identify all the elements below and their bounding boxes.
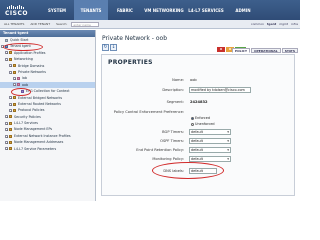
description-label: Description: — [162, 88, 184, 92]
radio-enforced[interactable]: Enforced — [191, 116, 210, 120]
tab-operational[interactable]: OPERATIONAL — [251, 48, 281, 53]
cisco-logo-icon — [7, 4, 25, 9]
monitoring-policy-label: Monitoring Policy: — [152, 157, 184, 161]
download-icon[interactable]: ↓ — [110, 44, 117, 51]
tree-title: Tenant tgent — [0, 30, 95, 37]
bgp-timers-label: BGP Timers: — [162, 130, 184, 134]
radio-unenforced[interactable]: Unenforced — [191, 122, 215, 126]
expand-icon[interactable]: + — [13, 77, 17, 81]
network-icon — [17, 77, 20, 81]
tab-add-tenant[interactable]: ADD TENANT — [28, 22, 52, 26]
folder-icon — [13, 64, 16, 68]
folder-icon — [13, 102, 16, 106]
expand-icon[interactable]: + — [5, 51, 9, 55]
properties-panel: PROPERTIES Name: oob Description: modifi… — [101, 54, 295, 196]
expand-icon[interactable]: + — [5, 121, 9, 125]
nav-system[interactable]: SYSTEM — [40, 0, 74, 20]
folder-icon — [9, 140, 12, 144]
nav-l4-l7-services[interactable]: L4-L7 SERVICES — [186, 0, 226, 20]
link-tgent[interactable]: tgent — [267, 22, 276, 26]
nav-tenants[interactable]: TENANTS — [74, 0, 108, 20]
folder-icon — [13, 70, 16, 74]
main-nav: SYSTEM TENANTS FABRIC VM NETWORKING L4-L… — [40, 0, 260, 20]
tab-policy[interactable]: POLICY — [231, 48, 251, 53]
refresh-icon[interactable]: ↻ — [102, 44, 109, 51]
bgp-timers-select[interactable]: default — [189, 129, 231, 135]
folder-icon — [9, 128, 12, 132]
expand-icon[interactable]: + — [5, 128, 9, 132]
link-common[interactable]: common — [251, 22, 264, 26]
monitoring-policy-select[interactable]: default — [189, 156, 231, 162]
expand-icon[interactable]: + — [9, 64, 13, 68]
highlight-ellipse — [11, 88, 31, 96]
name-value: oob — [190, 78, 197, 82]
status-critical: 0 — [217, 47, 225, 52]
expand-icon[interactable]: + — [9, 96, 13, 100]
highlight-ellipse — [3, 43, 43, 51]
name-label: Name: — [172, 78, 184, 82]
description-field[interactable]: modified by tdolsen@cisco.com — [189, 87, 251, 93]
expand-icon[interactable]: + — [5, 140, 9, 144]
page-title: Private Network - oob — [102, 35, 168, 42]
enforcement-label: Policy Control Enforcement Preference: — [113, 110, 184, 114]
link-infra[interactable]: infra — [291, 22, 298, 26]
navigation-tree: Tenant tgent Quick Start − Tenant tgent … — [0, 30, 96, 201]
link-mgmt[interactable]: mgmt — [279, 22, 288, 26]
expand-icon[interactable]: + — [9, 108, 13, 112]
search-label: Search: — [56, 22, 68, 26]
segment-label: Segment: — [166, 100, 184, 104]
radio-selected-icon — [191, 116, 194, 120]
tab-stats[interactable]: STATS — [281, 48, 298, 53]
tab-all-tenants[interactable]: ALL TENANTS — [2, 22, 26, 26]
view-tabs: POLICY OPERATIONAL STATS — [231, 48, 298, 53]
segment-value: 2424832 — [190, 100, 208, 104]
folder-icon — [13, 108, 16, 112]
expand-icon[interactable]: + — [5, 134, 9, 138]
nav-admin[interactable]: ADMIN — [226, 0, 260, 20]
properties-title: PROPERTIES — [108, 59, 153, 66]
ospf-timers-select[interactable]: default — [189, 138, 231, 144]
ospf-timers-label: OSPF Timers: — [160, 139, 184, 143]
highlight-ellipse — [152, 162, 224, 179]
folder-icon — [9, 121, 12, 125]
endpoint-retention-select[interactable]: default — [189, 147, 231, 153]
nav-vm-networking[interactable]: VM NETWORKING — [142, 0, 186, 20]
cisco-logo-text: CISCO — [5, 10, 28, 17]
expand-icon[interactable]: + — [5, 115, 9, 119]
nav-fabric[interactable]: FABRIC — [108, 0, 142, 20]
collapse-icon[interactable]: − — [9, 70, 13, 74]
folder-icon — [9, 57, 12, 61]
search-input[interactable]: enter name — [71, 21, 100, 27]
folder-icon — [13, 96, 16, 100]
collapse-icon[interactable]: − — [13, 83, 17, 87]
folder-icon — [9, 134, 12, 138]
folder-icon — [9, 147, 12, 151]
expand-icon[interactable]: + — [5, 147, 9, 151]
sub-navigation: ALL TENANTS ADD TENANT Search: enter nam… — [0, 20, 300, 29]
expand-icon[interactable]: + — [9, 102, 13, 106]
folder-icon — [9, 115, 12, 119]
endpoint-retention-label: End Point Retention Policy: — [136, 148, 184, 152]
main-panel: Private Network - oob ↻ ↓ 0 0 100 POLICY… — [97, 30, 300, 201]
tenant-quick-links: common tgent mgmt infra — [251, 22, 298, 26]
collapse-icon[interactable]: − — [5, 57, 9, 61]
tree-item-l4-l7-service-parameters[interactable]: + L4-L7 Service Parameters — [0, 146, 95, 152]
radio-unselected-icon — [191, 122, 194, 126]
folder-icon — [9, 51, 12, 55]
quick-start-icon — [5, 38, 8, 42]
network-icon — [17, 83, 20, 87]
